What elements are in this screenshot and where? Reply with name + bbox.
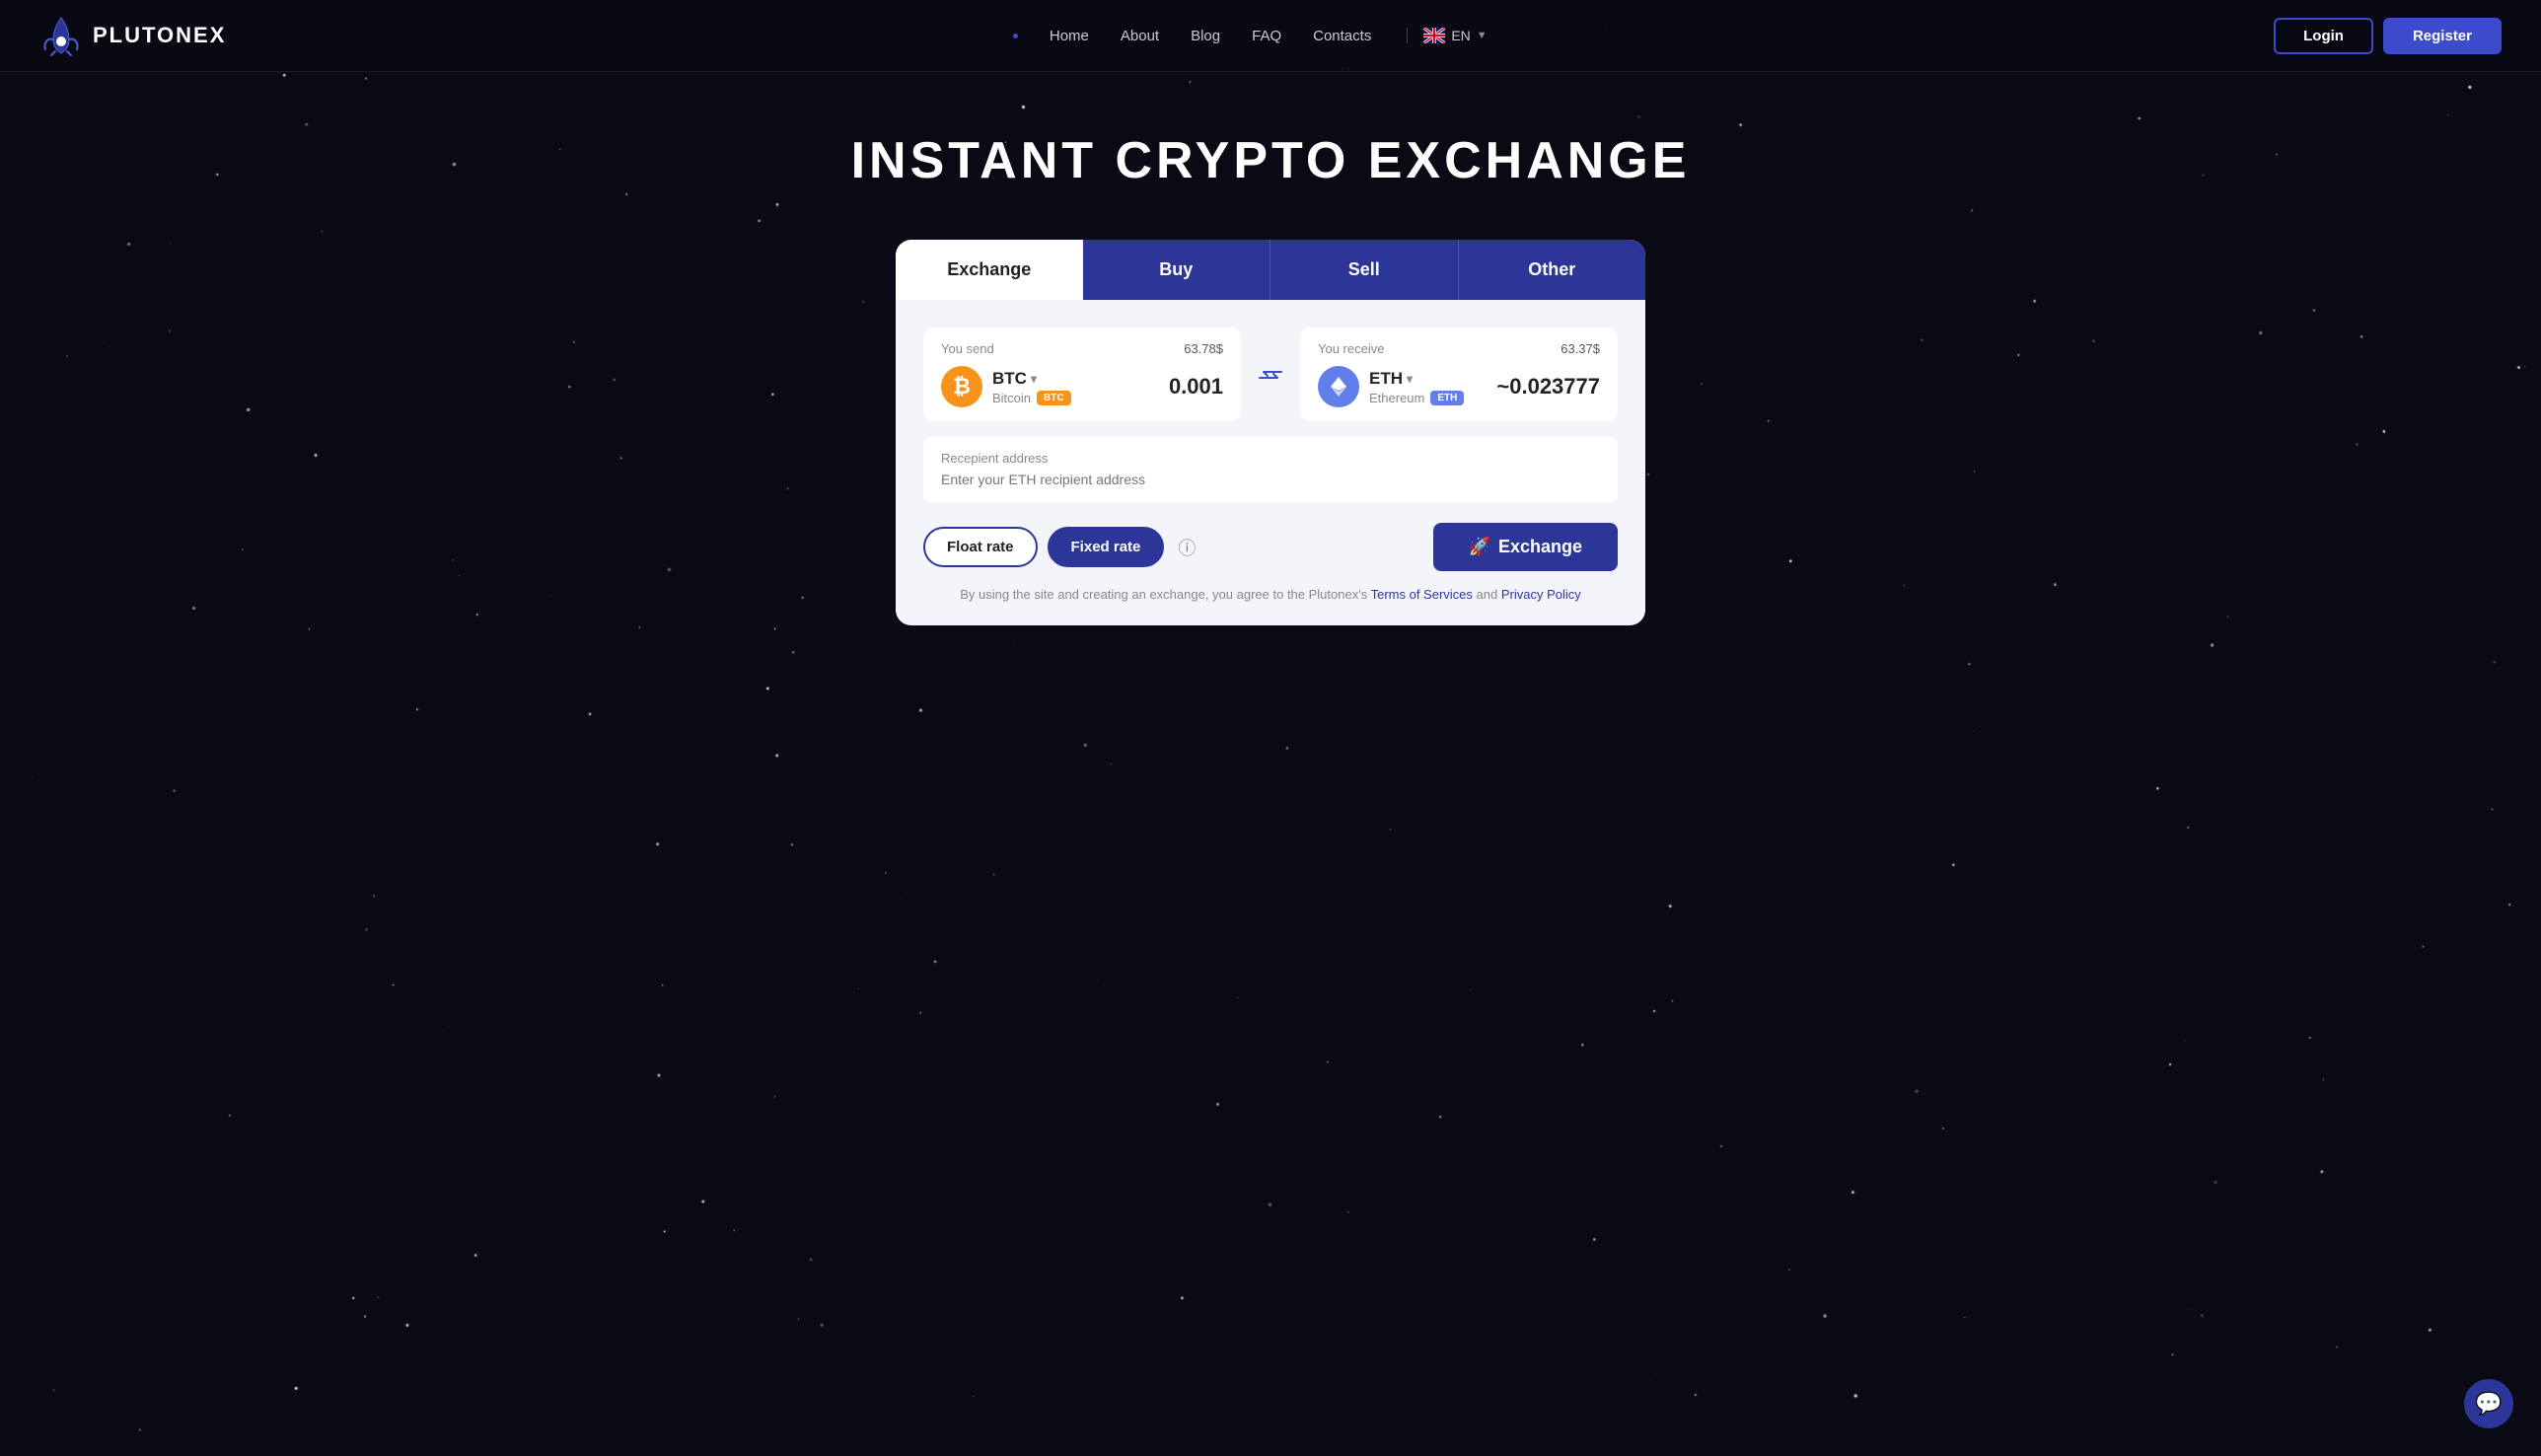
receive-badge: ETH [1430, 391, 1464, 405]
send-label-row: You send 63.78$ [941, 341, 1223, 356]
chat-icon: 💬 [2475, 1391, 2502, 1417]
chat-button[interactable]: 💬 [2464, 1379, 2513, 1428]
nav-blog[interactable]: Blog [1191, 28, 1220, 44]
nav-about[interactable]: About [1121, 28, 1159, 44]
flag-icon [1423, 28, 1445, 43]
main-content: INSTANT CRYPTO EXCHANGE Exchange Buy Sel… [0, 72, 2541, 665]
receive-usd: 63.37$ [1561, 341, 1600, 356]
tab-exchange[interactable]: Exchange [896, 240, 1083, 300]
nav-faq[interactable]: FAQ [1252, 28, 1281, 44]
language-selector[interactable]: EN ▼ [1407, 28, 1487, 43]
recipient-input[interactable] [941, 472, 1600, 487]
navbar: PLUTONEX Home About Blog FAQ Contacts EN… [0, 0, 2541, 72]
nav-contacts[interactable]: Contacts [1313, 28, 1371, 44]
logo-area: PLUTONEX [39, 14, 226, 57]
send-crypto-details: BTC ▾ Bitcoin BTC [992, 369, 1071, 405]
send-crypto-info: ₿ BTC ▾ Bitcoin BTC [941, 366, 1071, 407]
send-currency: BTC [992, 369, 1027, 389]
privacy-link[interactable]: Privacy Policy [1501, 587, 1581, 602]
btc-icon: ₿ [941, 366, 982, 407]
send-currency-selector[interactable]: BTC ▾ [992, 369, 1037, 389]
send-label: You send [941, 341, 994, 356]
send-currency-full: Bitcoin BTC [992, 391, 1071, 405]
receive-box: You receive 63.37$ [1300, 328, 1618, 421]
swap-icon [1259, 366, 1282, 384]
page-title: INSTANT CRYPTO EXCHANGE [851, 131, 1691, 190]
receive-crypto-info: ETH ▾ Ethereum ETH [1318, 366, 1464, 407]
send-full-name: Bitcoin [992, 391, 1031, 405]
exchange-button[interactable]: 🚀 Exchange [1433, 523, 1618, 571]
receive-crypto-row: ETH ▾ Ethereum ETH ~0.023777 [1318, 366, 1600, 407]
tab-other[interactable]: Other [1458, 240, 1646, 300]
receive-label-row: You receive 63.37$ [1318, 341, 1600, 356]
receive-crypto-name-row: ETH ▾ [1369, 369, 1464, 389]
send-chevron-icon: ▾ [1031, 372, 1037, 386]
send-amount-input[interactable] [1125, 374, 1223, 400]
receive-crypto-details: ETH ▾ Ethereum ETH [1369, 369, 1464, 405]
exchange-row: You send 63.78$ ₿ BTC ▾ [923, 328, 1618, 421]
float-rate-button[interactable]: Float rate [923, 527, 1038, 567]
eth-icon [1318, 366, 1359, 407]
register-button[interactable]: Register [2383, 18, 2502, 54]
receive-currency-full: Ethereum ETH [1369, 391, 1464, 405]
exchange-rocket-icon: 🚀 [1469, 537, 1490, 557]
exchange-button-label: Exchange [1498, 537, 1582, 557]
exchange-card: Exchange Buy Sell Other You send 63.78$ … [896, 240, 1645, 625]
terms-link[interactable]: Terms of Services [1371, 587, 1473, 602]
receive-currency: ETH [1369, 369, 1403, 389]
nav-dot-icon [1013, 34, 1018, 38]
send-crypto-row: ₿ BTC ▾ Bitcoin BTC [941, 366, 1223, 407]
recipient-label: Recepient address [941, 451, 1600, 466]
recipient-box: Recepient address [923, 437, 1618, 503]
send-badge: BTC [1037, 391, 1071, 405]
nav-links: Home About Blog FAQ Contacts EN ▼ [1013, 28, 1488, 44]
receive-label: You receive [1318, 341, 1384, 356]
receive-chevron-icon: ▾ [1407, 372, 1413, 386]
card-body: You send 63.78$ ₿ BTC ▾ [896, 300, 1645, 625]
tab-sell[interactable]: Sell [1270, 240, 1458, 300]
send-box: You send 63.78$ ₿ BTC ▾ [923, 328, 1241, 421]
action-row: Float rate Fixed rate ⓘ 🚀 Exchange [923, 523, 1618, 571]
footer-text: By using the site and creating an exchan… [960, 587, 1367, 602]
fixed-rate-button[interactable]: Fixed rate [1048, 527, 1165, 567]
receive-full-name: Ethereum [1369, 391, 1424, 405]
info-icon[interactable]: ⓘ [1178, 535, 1196, 560]
send-crypto-name-row: BTC ▾ [992, 369, 1071, 389]
footer-and: and [1477, 587, 1498, 602]
tab-buy[interactable]: Buy [1083, 240, 1270, 300]
login-button[interactable]: Login [2274, 18, 2373, 54]
swap-button[interactable] [1253, 366, 1288, 384]
receive-currency-selector[interactable]: ETH ▾ [1369, 369, 1413, 389]
receive-amount: ~0.023777 [1496, 374, 1600, 400]
language-label: EN [1451, 28, 1470, 43]
chevron-down-icon: ▼ [1477, 30, 1488, 41]
card-footer: By using the site and creating an exchan… [923, 587, 1618, 602]
brand-name: PLUTONEX [93, 23, 226, 48]
nav-home[interactable]: Home [1050, 28, 1089, 44]
tab-bar: Exchange Buy Sell Other [896, 240, 1645, 300]
send-usd: 63.78$ [1184, 341, 1223, 356]
auth-buttons: Login Register [2274, 18, 2502, 54]
logo-icon [39, 14, 83, 57]
